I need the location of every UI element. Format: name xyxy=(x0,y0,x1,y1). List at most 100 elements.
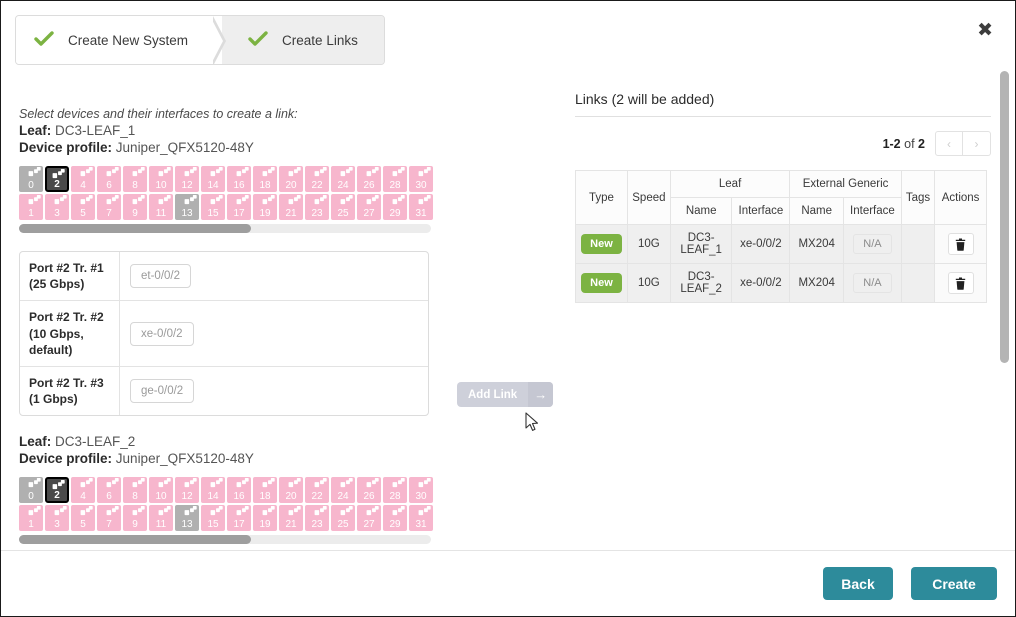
port-tile-15[interactable]: 15 xyxy=(201,194,225,220)
transceiver-row[interactable]: Port #2 Tr. #3 (1 Gbps) ge-0/0/2 xyxy=(20,365,428,416)
port-tile-31[interactable]: 31 xyxy=(409,505,433,532)
port-tile-5[interactable]: 5 xyxy=(71,505,95,532)
interface-chip[interactable]: ge-0/0/2 xyxy=(130,379,195,404)
interface-chip[interactable]: et-0/0/2 xyxy=(130,264,191,289)
port-tile-16[interactable]: 16 xyxy=(227,166,251,192)
port-tile-18[interactable]: 18 xyxy=(253,477,277,504)
port-tile-13[interactable]: 13 xyxy=(175,194,199,220)
port-tile-18[interactable]: 18 xyxy=(253,166,277,192)
port-tile-22[interactable]: 22 xyxy=(305,477,329,504)
dialog-scrollbar-track[interactable] xyxy=(1000,69,1012,551)
port-tile-25[interactable]: 25 xyxy=(331,505,355,532)
create-button[interactable]: Create xyxy=(911,567,997,600)
port-tile-20[interactable]: 20 xyxy=(279,477,303,504)
trash-icon[interactable] xyxy=(947,272,974,294)
port-tile-12[interactable]: 12 xyxy=(175,166,199,192)
port-tile-14[interactable]: 14 xyxy=(201,166,225,192)
close-icon[interactable]: ✖ xyxy=(977,21,993,40)
port-tile-4[interactable]: 4 xyxy=(71,166,95,192)
mouse-cursor xyxy=(525,412,539,432)
step-create-new-system[interactable]: Create New System xyxy=(16,16,227,64)
check-icon xyxy=(248,31,268,50)
step-create-links[interactable]: Create Links xyxy=(222,16,384,64)
port-tile-26[interactable]: 26 xyxy=(357,477,381,504)
port-tile-7[interactable]: 7 xyxy=(97,194,121,220)
port-tile-16[interactable]: 16 xyxy=(227,477,251,504)
port-tile-5[interactable]: 5 xyxy=(71,194,95,220)
table-row[interactable]: New 10G DC3-LEAF_1 xe-0/0/2 MX204 N/A xyxy=(575,224,987,264)
trash-icon[interactable] xyxy=(947,233,974,255)
port-tile-20[interactable]: 20 xyxy=(279,166,303,192)
port-number: 28 xyxy=(389,491,401,503)
port-tile-27[interactable]: 27 xyxy=(357,505,381,532)
port-tile-10[interactable]: 10 xyxy=(149,477,173,504)
port-number: 6 xyxy=(106,491,112,503)
pagination-next-button[interactable]: › xyxy=(963,131,991,156)
port-tile-24[interactable]: 24 xyxy=(331,477,355,504)
port-tile-0[interactable]: 0 xyxy=(19,166,43,192)
port-tile-4[interactable]: 4 xyxy=(71,477,95,504)
port-tile-19[interactable]: 19 xyxy=(253,505,277,532)
transceiver-row[interactable]: Port #2 Tr. #2 (10 Gbps, default) xe-0/0… xyxy=(20,300,428,366)
port-tile-3[interactable]: 3 xyxy=(45,505,69,532)
port-tile-15[interactable]: 15 xyxy=(201,505,225,532)
leaf-name: DC3-LEAF_1 xyxy=(55,123,136,138)
header-type: Type xyxy=(575,170,628,225)
port-tile-12[interactable]: 12 xyxy=(175,477,199,504)
port-tile-23[interactable]: 23 xyxy=(305,194,329,220)
port-tile-30[interactable]: 30 xyxy=(409,477,433,504)
port-tile-7[interactable]: 7 xyxy=(97,505,121,532)
port-tile-6[interactable]: 6 xyxy=(97,166,121,192)
port-tile-13[interactable]: 13 xyxy=(175,505,199,532)
port-tile-1[interactable]: 1 xyxy=(19,194,43,220)
port-tile-1[interactable]: 1 xyxy=(19,505,43,532)
port-tile-6[interactable]: 6 xyxy=(97,477,121,504)
back-button[interactable]: Back xyxy=(823,567,893,600)
transceiver-value: ge-0/0/2 xyxy=(120,367,428,415)
port-tile-0[interactable]: 0 xyxy=(19,477,43,504)
port-tile-26[interactable]: 26 xyxy=(357,166,381,192)
port-tile-30[interactable]: 30 xyxy=(409,166,433,192)
port-tile-14[interactable]: 14 xyxy=(201,477,225,504)
transceiver-table: Port #2 Tr. #1 (25 Gbps) et-0/0/2 Port #… xyxy=(19,251,429,417)
port-grid-scrollbar-track[interactable] xyxy=(19,224,431,233)
port-number: 20 xyxy=(285,180,297,191)
port-tile-28[interactable]: 28 xyxy=(383,166,407,192)
port-grid-scrollbar-thumb[interactable] xyxy=(19,535,251,545)
port-tile-2[interactable]: 2 xyxy=(45,166,69,192)
port-tile-9[interactable]: 9 xyxy=(123,194,147,220)
port-tile-10[interactable]: 10 xyxy=(149,166,173,192)
cell-type: New xyxy=(575,263,628,303)
port-tile-2[interactable]: 2 xyxy=(45,477,69,504)
pagination-prev-button[interactable]: ‹ xyxy=(935,131,963,156)
dialog-scrollbar-thumb[interactable] xyxy=(1000,71,1009,363)
port-tile-19[interactable]: 19 xyxy=(253,194,277,220)
port-number: 30 xyxy=(415,180,427,191)
port-tile-28[interactable]: 28 xyxy=(383,477,407,504)
port-tile-25[interactable]: 25 xyxy=(331,194,355,220)
port-tile-17[interactable]: 17 xyxy=(227,505,251,532)
port-tile-17[interactable]: 17 xyxy=(227,194,251,220)
port-number: 28 xyxy=(389,180,401,191)
port-tile-29[interactable]: 29 xyxy=(383,505,407,532)
port-tile-23[interactable]: 23 xyxy=(305,505,329,532)
port-tile-24[interactable]: 24 xyxy=(331,166,355,192)
port-tile-31[interactable]: 31 xyxy=(409,194,433,220)
port-tile-21[interactable]: 21 xyxy=(279,505,303,532)
port-grid-scrollbar-thumb[interactable] xyxy=(19,224,251,233)
port-tile-3[interactable]: 3 xyxy=(45,194,69,220)
port-grid-scrollbar-track[interactable] xyxy=(19,535,431,545)
table-row[interactable]: New 10G DC3-LEAF_2 xe-0/0/2 MX204 N/A xyxy=(575,263,987,303)
port-tile-29[interactable]: 29 xyxy=(383,194,407,220)
port-tile-8[interactable]: 8 xyxy=(123,166,147,192)
port-tile-21[interactable]: 21 xyxy=(279,194,303,220)
transceiver-row[interactable]: Port #2 Tr. #1 (25 Gbps) et-0/0/2 xyxy=(20,252,428,301)
port-tile-11[interactable]: 11 xyxy=(149,505,173,532)
port-tile-8[interactable]: 8 xyxy=(123,477,147,504)
port-tile-22[interactable]: 22 xyxy=(305,166,329,192)
port-tile-11[interactable]: 11 xyxy=(149,194,173,220)
port-tile-27[interactable]: 27 xyxy=(357,194,381,220)
port-tile-9[interactable]: 9 xyxy=(123,505,147,532)
interface-chip[interactable]: xe-0/0/2 xyxy=(130,321,194,346)
add-link-button[interactable]: Add Link → xyxy=(457,382,554,407)
